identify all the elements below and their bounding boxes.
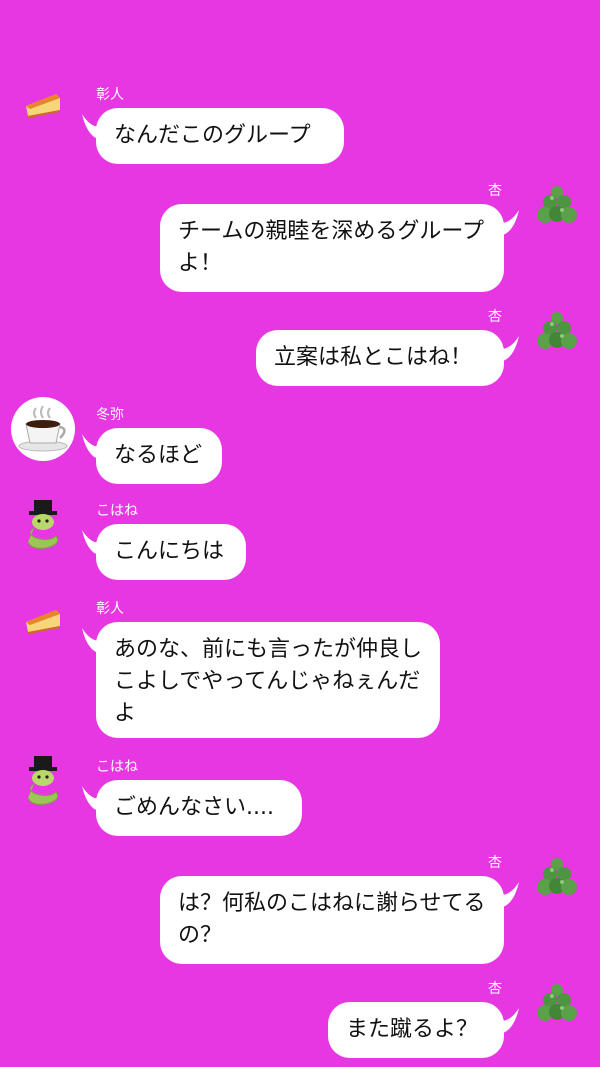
chat-thread[interactable]: 彰人 なんだこのグループ 杏 チームの親睦を深めるグループよ！ 杏 立案は私とこ… [0, 0, 600, 1067]
message-bubble[interactable]: チームの親睦を深めるグループよ！ [160, 204, 504, 292]
sender-name: こはね [96, 759, 138, 775]
snake-tophat-icon[interactable] [22, 756, 64, 806]
sender-name: 杏 [488, 183, 502, 199]
cheesecake-icon[interactable] [22, 604, 64, 636]
sender-name: 彰人 [96, 601, 124, 617]
message-bubble[interactable]: なるほど [96, 428, 222, 484]
sender-name: 彰人 [96, 87, 124, 103]
sender-name: 杏 [488, 309, 502, 325]
sender-name: 杏 [488, 981, 502, 997]
message-bubble[interactable]: なんだこのグループ [96, 108, 344, 164]
tree-icon[interactable] [536, 856, 578, 898]
message-bubble[interactable]: ごめんなさい.... [96, 780, 302, 836]
tree-icon[interactable] [536, 310, 578, 352]
message-bubble[interactable]: は？何私のこはねに謝らせてるの？ [160, 876, 504, 964]
message-bubble[interactable]: 立案は私とこはね！ [256, 330, 504, 386]
message-bubble[interactable]: また蹴るよ？ [328, 1002, 504, 1058]
sender-name: 冬弥 [96, 407, 124, 423]
sender-name: 杏 [488, 855, 502, 871]
cheesecake-icon[interactable] [22, 88, 64, 120]
tree-icon[interactable] [536, 982, 578, 1024]
snake-tophat-icon[interactable] [22, 500, 64, 550]
message-bubble[interactable]: あのな、前にも言ったが仲良しこよしでやってんじゃねぇんだよ [96, 622, 440, 738]
sender-name: こはね [96, 503, 138, 519]
tree-icon[interactable] [536, 184, 578, 226]
coffee-cup-icon[interactable] [10, 396, 76, 462]
message-bubble[interactable]: こんにちは [96, 524, 246, 580]
